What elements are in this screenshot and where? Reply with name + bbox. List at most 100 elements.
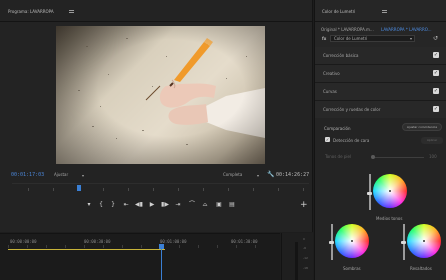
section-label: Curvas — [323, 89, 337, 94]
section-creative[interactable]: Creativo ✓ — [315, 65, 446, 83]
chevron-down-icon: ▾ — [256, 173, 259, 178]
ruler-tick — [253, 188, 254, 191]
program-video-frame — [56, 26, 265, 164]
zoom-fit-value: Ajustar — [54, 172, 69, 177]
section-label: Creativo — [323, 71, 340, 76]
playback-resolution-value: Completa — [223, 172, 243, 177]
program-monitor-panel: Programa: LAVARROPA 00:01:17:03 Ajustar … — [0, 0, 313, 232]
ruler-tick — [198, 245, 199, 248]
program-playhead-handle[interactable] — [77, 185, 81, 191]
program-monitor-header: Programa: LAVARROPA — [0, 0, 313, 22]
face-detection-checkbox[interactable]: ✓ — [325, 137, 330, 142]
work-area-bar[interactable] — [8, 249, 165, 250]
wheel-center-handle[interactable] — [423, 240, 425, 242]
effect-select[interactable]: Color de Lumetri ▾ — [330, 35, 415, 42]
section-curves[interactable]: Curvas ✓ — [315, 83, 446, 101]
section-color-wheels[interactable]: Corrección y ruedas de color ✓ — [315, 101, 446, 119]
meter-scale-label: -12 — [303, 256, 308, 260]
ruler-tick — [65, 245, 66, 248]
playback-resolution-select[interactable]: Completa ▾ — [223, 172, 261, 179]
skin-tones-label: Tonos de piel — [325, 154, 352, 159]
section-enable-checkbox[interactable]: ✓ — [433, 70, 439, 76]
skin-tones-slider-track[interactable] — [372, 157, 424, 158]
ruler-tick — [141, 245, 142, 248]
section-label: Corrección básica — [323, 53, 359, 58]
vignette-overlay — [56, 26, 265, 164]
transport-controls: ▾ { } ⇤ ◀▮ ▶ ▮▶ ⇥ ⌒ ⌓ ▣ ▤ — [84, 200, 264, 210]
section-label: Corrección y ruedas de color — [323, 107, 381, 112]
go-to-in-icon[interactable]: } — [108, 200, 118, 210]
ruler-tick — [255, 245, 256, 248]
extract-icon[interactable]: ⌓ — [200, 200, 210, 210]
lumetri-header: Color de Lumetri — [315, 0, 446, 22]
lumetri-color-panel: Color de Lumetri Original * LAVARROPA.m.… — [314, 0, 446, 280]
master-clip-tab[interactable]: Original * LAVARROPA.m... — [321, 27, 374, 32]
sequence-duration: 00:14:26:27 — [276, 172, 310, 178]
reset-icon[interactable]: ↺ — [433, 35, 438, 42]
panel-menu-icon[interactable] — [382, 10, 387, 13]
audio-level-bar — [295, 242, 298, 280]
play-icon[interactable]: ◀▮ — [134, 200, 144, 210]
wheel-center-handle[interactable] — [351, 240, 353, 242]
highlights-color-wheel[interactable] — [407, 224, 441, 258]
ruler-tick — [46, 245, 47, 248]
section-enable-checkbox[interactable]: ✓ — [433, 52, 439, 58]
ruler-tick — [153, 188, 154, 191]
program-monitor-title[interactable]: Programa: LAVARROPA — [8, 9, 54, 14]
section-enable-checkbox[interactable]: ✓ — [433, 106, 439, 112]
zoom-fit-select[interactable]: Ajustar ▾ — [54, 172, 86, 179]
highlights-label: Resaltados — [410, 266, 432, 271]
step-forward-icon[interactable]: ▮▶ — [160, 200, 170, 210]
mark-in-icon[interactable]: ▾ — [84, 200, 94, 210]
highlights-luma-knob[interactable] — [401, 241, 406, 244]
comparison-view-toggle[interactable]: Comparación — [324, 126, 351, 131]
shadows-label: Sombras — [343, 266, 361, 271]
timeline-playhead-line — [161, 249, 162, 280]
face-detection-label: Detección de cara — [333, 138, 370, 143]
ruler-tick — [53, 188, 54, 191]
apply-match-button[interactable]: Ajustar coincidencia — [402, 123, 442, 131]
playhead-timecode[interactable]: 00:01:17:03 — [11, 172, 44, 178]
ruler-tick — [303, 188, 304, 191]
go-to-out-icon[interactable]: ⇥ — [173, 200, 183, 210]
fx-icon[interactable]: fx — [322, 36, 326, 41]
section-enable-checkbox[interactable]: ✓ — [433, 88, 439, 94]
ruler-tick — [203, 188, 204, 191]
comparison-icon[interactable]: ▤ — [227, 200, 237, 210]
ruler-tick — [179, 245, 180, 248]
play-icon[interactable]: ▶ — [147, 200, 157, 210]
plus-icon[interactable]: + — [300, 200, 308, 210]
wrench-icon[interactable]: 🔧 — [267, 171, 274, 178]
ruler-tick — [228, 188, 229, 191]
audio-meter-panel: 0 -6 -12 -18 — [281, 233, 313, 280]
midtones-color-wheel[interactable] — [373, 174, 407, 208]
skin-tones-value[interactable]: 100 — [429, 154, 437, 159]
meter-scale-label: -18 — [303, 266, 308, 270]
midtones-label: Medios tonos — [376, 216, 403, 221]
lift-icon[interactable]: ⌒ — [187, 200, 197, 210]
camera-icon[interactable]: ▣ — [214, 200, 224, 210]
panel-menu-icon[interactable] — [69, 10, 74, 13]
shadows-color-wheel[interactable] — [335, 224, 369, 258]
wheel-center-handle[interactable] — [389, 190, 391, 192]
lumetri-title[interactable]: Color de Lumetri — [322, 9, 355, 14]
ruler-tick — [27, 245, 28, 248]
timeline-ruler-label: 00:00:00:00 — [10, 239, 37, 244]
ruler-tick — [84, 245, 85, 248]
chevron-down-icon: ▾ — [81, 173, 84, 178]
apply-button[interactable]: Aplicar — [421, 137, 443, 144]
skin-tones-slider-knob[interactable] — [371, 155, 375, 159]
ruler-tick — [103, 245, 104, 248]
program-mini-timeline[interactable] — [12, 183, 309, 193]
sequence-clip-tab[interactable]: LAVARROPA * LAVARRO... — [381, 27, 432, 32]
ruler-tick — [278, 188, 279, 191]
shadows-luma-knob[interactable] — [329, 241, 334, 244]
ruler-tick — [178, 188, 179, 191]
midtones-luma-knob[interactable] — [367, 192, 372, 195]
section-basic-correction[interactable]: Corrección básica ✓ — [315, 47, 446, 65]
mark-out-icon[interactable]: { — [96, 200, 106, 210]
step-back-icon[interactable]: ⇤ — [121, 200, 131, 210]
chevron-down-icon: ▾ — [409, 36, 412, 41]
timeline-ruler-label: 00:01:30:00 — [231, 239, 258, 244]
timeline-ruler-label: 00:00:30:00 — [84, 239, 111, 244]
